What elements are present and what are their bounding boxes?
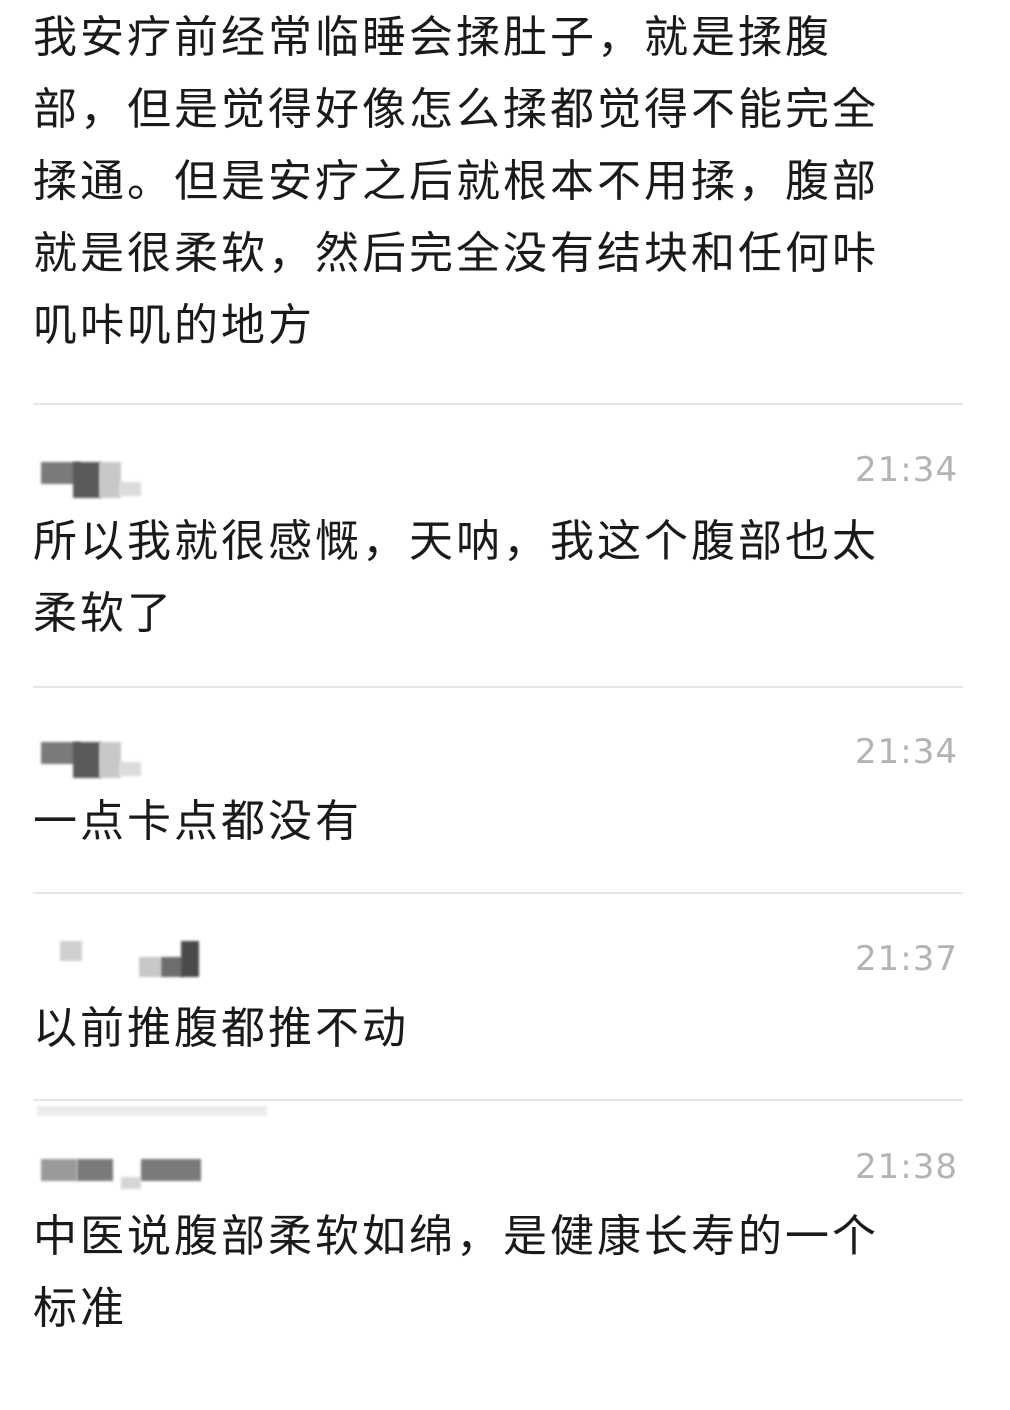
divider bbox=[33, 403, 963, 405]
divider bbox=[33, 1099, 963, 1101]
divider bbox=[33, 892, 963, 894]
avatar bbox=[33, 448, 233, 498]
timestamp: 21:34 bbox=[855, 732, 958, 772]
timestamp: 21:38 bbox=[855, 1147, 958, 1187]
timestamp: 21:37 bbox=[855, 939, 958, 979]
divider bbox=[33, 686, 963, 688]
message-header: 21:34 bbox=[33, 448, 963, 498]
message-header: 21:37 bbox=[33, 937, 963, 987]
avatar bbox=[33, 730, 233, 780]
list-item: 21:34 一点卡点都没有 bbox=[33, 730, 963, 858]
list-item: 21:38 中医说腹部柔软如绵，是健康长寿的一个标准 bbox=[33, 1145, 963, 1345]
message-text: 所以我就很感慨，天呐，我这个腹部也太柔软了 bbox=[33, 516, 879, 639]
list-item: 21:37 以前推腹都推不动 bbox=[33, 937, 963, 1065]
message-text: 一点卡点都没有 bbox=[33, 796, 362, 847]
list-item: 21:34 所以我就很感慨，天呐，我这个腹部也太柔软了 bbox=[33, 448, 963, 650]
list-item: 我安疗前经常临睡会揉肚子，就是揉腹部，但是觉得好像怎么揉都觉得不能完全揉通。但是… bbox=[33, 2, 963, 362]
timestamp: 21:34 bbox=[855, 450, 958, 490]
message-text: 我安疗前经常临睡会揉肚子，就是揉腹部，但是觉得好像怎么揉都觉得不能完全揉通。但是… bbox=[33, 12, 879, 351]
avatar bbox=[33, 1145, 233, 1195]
message-header: 21:38 bbox=[33, 1145, 963, 1195]
message-text: 中医说腹部柔软如绵，是健康长寿的一个标准 bbox=[33, 1211, 879, 1334]
avatar bbox=[33, 1104, 293, 1118]
message-text: 以前推腹都推不动 bbox=[33, 1003, 409, 1054]
message-header: 21:34 bbox=[33, 730, 963, 780]
avatar bbox=[33, 937, 233, 987]
